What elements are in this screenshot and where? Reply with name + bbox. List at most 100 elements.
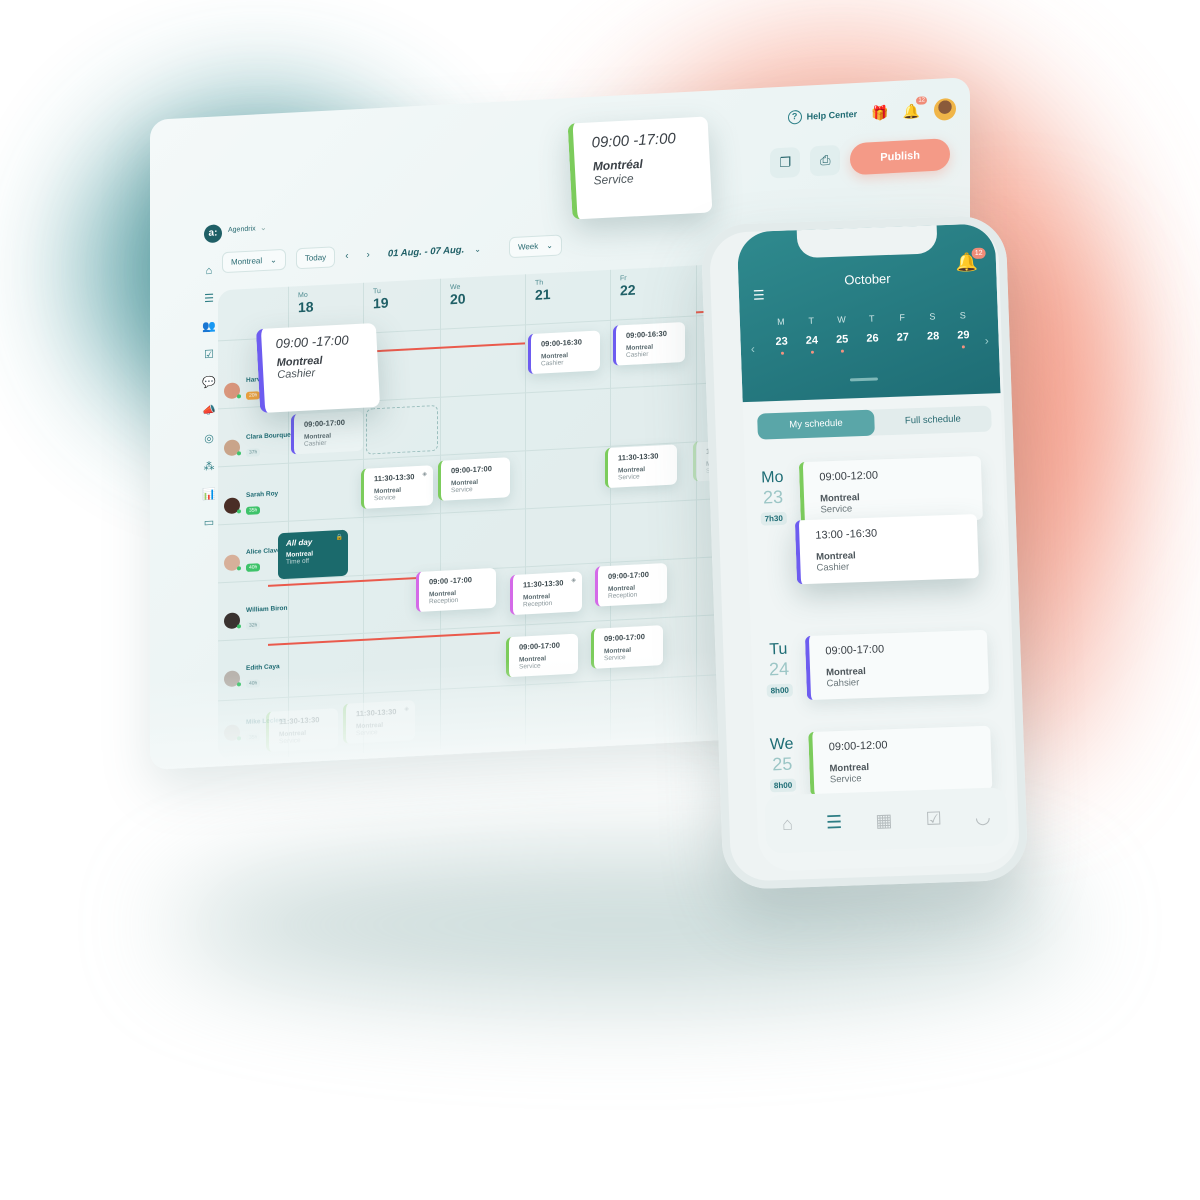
tasks-icon[interactable]: ☑: [925, 808, 942, 830]
lock-icon: 🔒: [335, 534, 343, 542]
user-avatar[interactable]: [934, 97, 956, 121]
help-center-link[interactable]: ? Help Center: [787, 107, 857, 125]
shift-role: Cashier: [304, 439, 327, 448]
shift-card[interactable]: 13:00 -16:30 Montreal Cashier: [794, 514, 979, 585]
day-name: Mo: [760, 468, 784, 487]
empty-shift-placeholder[interactable]: [366, 404, 438, 455]
employee-row-sarah[interactable]: Sarah Roy 35h: [224, 490, 278, 518]
print-icon: ⎙: [820, 152, 831, 168]
employee-row-clara[interactable]: Clara Bourque 37h: [224, 432, 291, 461]
current-time-line: [268, 631, 500, 646]
reports-icon[interactable]: 📊: [202, 488, 216, 502]
schedule-icon[interactable]: ☰: [826, 811, 843, 833]
day-header[interactable]: Tu 19: [373, 287, 389, 313]
shift-card[interactable]: 09:00 -17:00 Montreal Reception: [416, 567, 496, 613]
prev-week-icon[interactable]: ‹: [345, 250, 356, 262]
top-bar-right: ? Help Center 🎁 🔔 12: [787, 95, 956, 129]
shift-role: Time off: [286, 557, 310, 566]
shift-role: Service: [618, 473, 640, 482]
timeclock-icon[interactable]: ◎: [202, 432, 216, 446]
chevron-down-icon[interactable]: ⌄: [474, 245, 481, 254]
account-name[interactable]: Agendrix: [228, 225, 256, 233]
notifications-bell-icon[interactable]: 🔔 12: [955, 247, 986, 274]
week-day[interactable]: F 27: [891, 312, 914, 351]
day-header[interactable]: We 20: [450, 283, 466, 309]
tab-full-schedule[interactable]: Full schedule: [874, 405, 992, 435]
day-label: Mo 23 7h30: [755, 469, 791, 527]
day-number: 21: [535, 286, 551, 303]
today-button[interactable]: Today: [295, 246, 336, 270]
week-day[interactable]: T 26: [861, 313, 884, 352]
publish-button[interactable]: Publish: [850, 138, 950, 176]
eye-icon: ◈: [422, 471, 427, 478]
home-icon[interactable]: ⌂: [202, 265, 216, 278]
chat-icon[interactable]: ◡: [975, 806, 991, 828]
shift-card[interactable]: 09:00-12:00 Montreal Service: [808, 725, 993, 797]
notifications-bell-icon[interactable]: 🔔 12: [903, 95, 927, 120]
avatar: [224, 381, 240, 399]
shift-card[interactable]: 09:00-17:00 Montreal Reception: [595, 562, 667, 607]
drag-handle[interactable]: [849, 377, 879, 382]
shift-card[interactable]: 09:00-16:30 Montreal Cashier: [613, 321, 685, 366]
weekday-label: S: [929, 311, 936, 322]
teams-icon[interactable]: ⁂: [202, 460, 216, 474]
day-header[interactable]: Fr 22: [620, 275, 636, 301]
shift-card[interactable]: 09:00-16:30 Montreal Cashier: [528, 330, 600, 375]
home-icon[interactable]: ⌂: [782, 813, 794, 834]
shift-time: 13:00 -16:30: [815, 527, 878, 542]
weekday-number: 23: [775, 335, 788, 348]
schedule-tabs: My schedule Full schedule: [757, 405, 992, 440]
weekday-number: 26: [866, 332, 879, 345]
shift-card[interactable]: ◈11:30-13:30MontrealService: [361, 465, 433, 509]
day-header[interactable]: Mo 18: [298, 291, 314, 317]
hours-badge: 37h: [246, 448, 261, 457]
shift-time: 09:00 -17:00: [591, 130, 677, 152]
schedule-icon[interactable]: ☰: [202, 292, 216, 306]
gift-icon[interactable]: 🎁: [871, 104, 888, 122]
location-select[interactable]: Montreal ⌄: [222, 248, 286, 274]
employees-icon[interactable]: 👥: [202, 320, 216, 334]
copy-button[interactable]: ❐: [770, 146, 801, 179]
hours-badge: 35h: [246, 506, 261, 515]
shift-card[interactable]: 09:00-17:00 Montreal Cashier: [291, 410, 363, 455]
chevron-down-icon[interactable]: ⌄: [260, 223, 267, 232]
view-select[interactable]: Week ⌄: [508, 234, 562, 259]
tasks-icon[interactable]: ☑: [202, 348, 216, 362]
print-button[interactable]: ⎙: [810, 144, 841, 177]
shift-card[interactable]: ◈ 11:30-13:30 Montreal Reception: [510, 571, 582, 616]
mobile-screen: ☰ October 🔔 12 ‹ › M 23 T 24 W 25 T 26 F 27 S2…: [736, 223, 1017, 872]
notification-count-badge: 12: [916, 95, 927, 105]
schedule-controls: Montreal ⌄ Today ‹ › 01 Aug. - 07 Aug. ⌄ …: [222, 234, 562, 274]
timeclock-icon[interactable]: ▦: [875, 810, 893, 832]
next-week-icon[interactable]: ›: [367, 249, 378, 261]
day-number: 22: [620, 281, 636, 299]
day-number: 19: [373, 294, 389, 312]
employee-name: Clara Bourque: [246, 431, 291, 441]
shift-card[interactable]: 11:30-13:30MontrealService: [605, 444, 677, 489]
eye-icon: ◈: [571, 577, 576, 584]
chevron-right-icon[interactable]: ›: [984, 334, 988, 348]
employee-row-william[interactable]: William Biron 32h: [224, 605, 287, 633]
week-day[interactable]: S 29: [952, 310, 975, 349]
chat-icon[interactable]: 💬: [202, 376, 216, 390]
announcements-icon[interactable]: 📣: [202, 404, 216, 418]
shift-card[interactable]: 09:00-17:00 Montreal Cahsier: [804, 629, 990, 701]
shift-role: Cashier: [626, 350, 649, 360]
dragged-shift-card[interactable]: 09:00 -17:00 Montréal Service: [567, 116, 713, 220]
week-day[interactable]: T 24: [800, 315, 823, 354]
dragged-shift-card[interactable]: 09:00 -17:00 Montreal Cashier: [255, 322, 381, 414]
chevron-left-icon[interactable]: ‹: [751, 342, 755, 356]
day-header[interactable]: Th 21: [535, 279, 551, 305]
tab-my-schedule[interactable]: My schedule: [757, 409, 875, 440]
week-day[interactable]: S 28: [921, 311, 944, 350]
weekday-number: 28: [926, 330, 940, 343]
shift-card[interactable]: 09:00-17:00MontrealService: [438, 457, 510, 501]
week-day[interactable]: M 23: [770, 316, 793, 355]
current-time-line: [363, 342, 525, 353]
time-off-card[interactable]: 🔒 All day Montreal Time off: [278, 529, 348, 580]
date-range-selector[interactable]: 01 Aug. - 07 Aug.: [388, 245, 464, 260]
week-day[interactable]: W 25: [830, 314, 853, 353]
employee-row-alice[interactable]: Alice Clavet 40h: [224, 547, 283, 575]
hours-badge: 8h00: [766, 683, 794, 698]
billing-icon[interactable]: ▭: [202, 516, 216, 530]
